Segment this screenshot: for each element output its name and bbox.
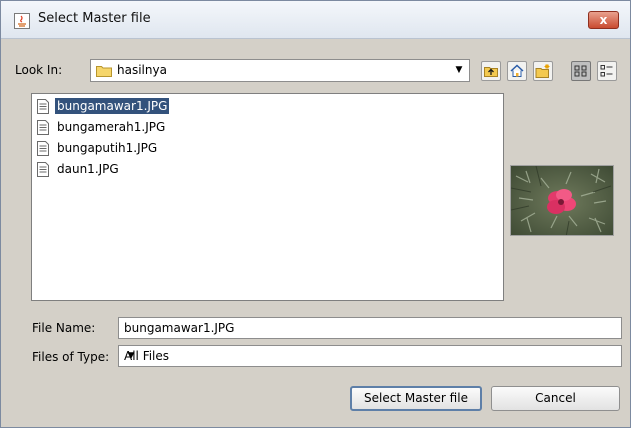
file-icon: [37, 99, 49, 114]
list-view-icon: [574, 65, 587, 77]
new-folder-icon: [535, 64, 550, 78]
image-preview: [510, 165, 614, 236]
file-icon: [37, 162, 49, 177]
close-button[interactable]: x: [588, 11, 619, 29]
file-name-label: bungamerah1.JPG: [57, 120, 166, 134]
window-title: Select Master file: [38, 11, 151, 26]
up-one-level-icon: [484, 67, 498, 77]
file-icon: [37, 120, 49, 135]
details-view-icon: [600, 65, 613, 77]
file-name-label: bungaputih1.JPG: [57, 141, 158, 155]
title-bar[interactable]: Select Master file x: [1, 1, 630, 39]
new-folder-button[interactable]: [533, 61, 553, 81]
cancel-button[interactable]: Cancel: [491, 386, 620, 411]
home-icon: [510, 64, 524, 77]
file-name-label: bungamawar1.JPG: [53, 97, 171, 115]
flower-thumbnail: [511, 166, 613, 235]
select-master-file-button[interactable]: Select Master file: [350, 386, 482, 411]
close-icon: x: [599, 13, 608, 27]
file-icon: [37, 141, 49, 156]
look-in-value: hasilnya: [117, 63, 167, 77]
home-button[interactable]: [507, 61, 527, 81]
chevron-down-icon[interactable]: ▼: [124, 349, 138, 364]
file-name-label: daun1.JPG: [57, 162, 119, 176]
files-of-type-combo[interactable]: All Files ▼: [118, 345, 622, 367]
files-of-type-label: Files of Type:: [32, 350, 110, 364]
file-name-label: File Name:: [32, 321, 96, 335]
folder-icon: [96, 66, 112, 77]
java-app-icon: [14, 13, 30, 29]
file-name-input[interactable]: bungamawar1.JPG: [118, 317, 622, 339]
details-view-button[interactable]: [597, 61, 617, 81]
up-one-level-button[interactable]: [481, 61, 501, 81]
dialog-body: Look In: hasilnya ▼ bungamawar1.JPG bung…: [9, 40, 623, 421]
file-list[interactable]: bungamawar1.JPG bungamerah1.JPG bungaput…: [31, 93, 504, 301]
look-in-label: Look In:: [15, 63, 63, 77]
look-in-combo[interactable]: hasilnya ▼: [90, 59, 470, 82]
chevron-down-icon[interactable]: ▼: [452, 63, 466, 78]
list-view-button[interactable]: [571, 61, 591, 81]
file-name-value: bungamawar1.JPG: [124, 321, 235, 335]
file-chooser-dialog: Select Master file x Look In: hasilnya ▼: [0, 0, 631, 428]
